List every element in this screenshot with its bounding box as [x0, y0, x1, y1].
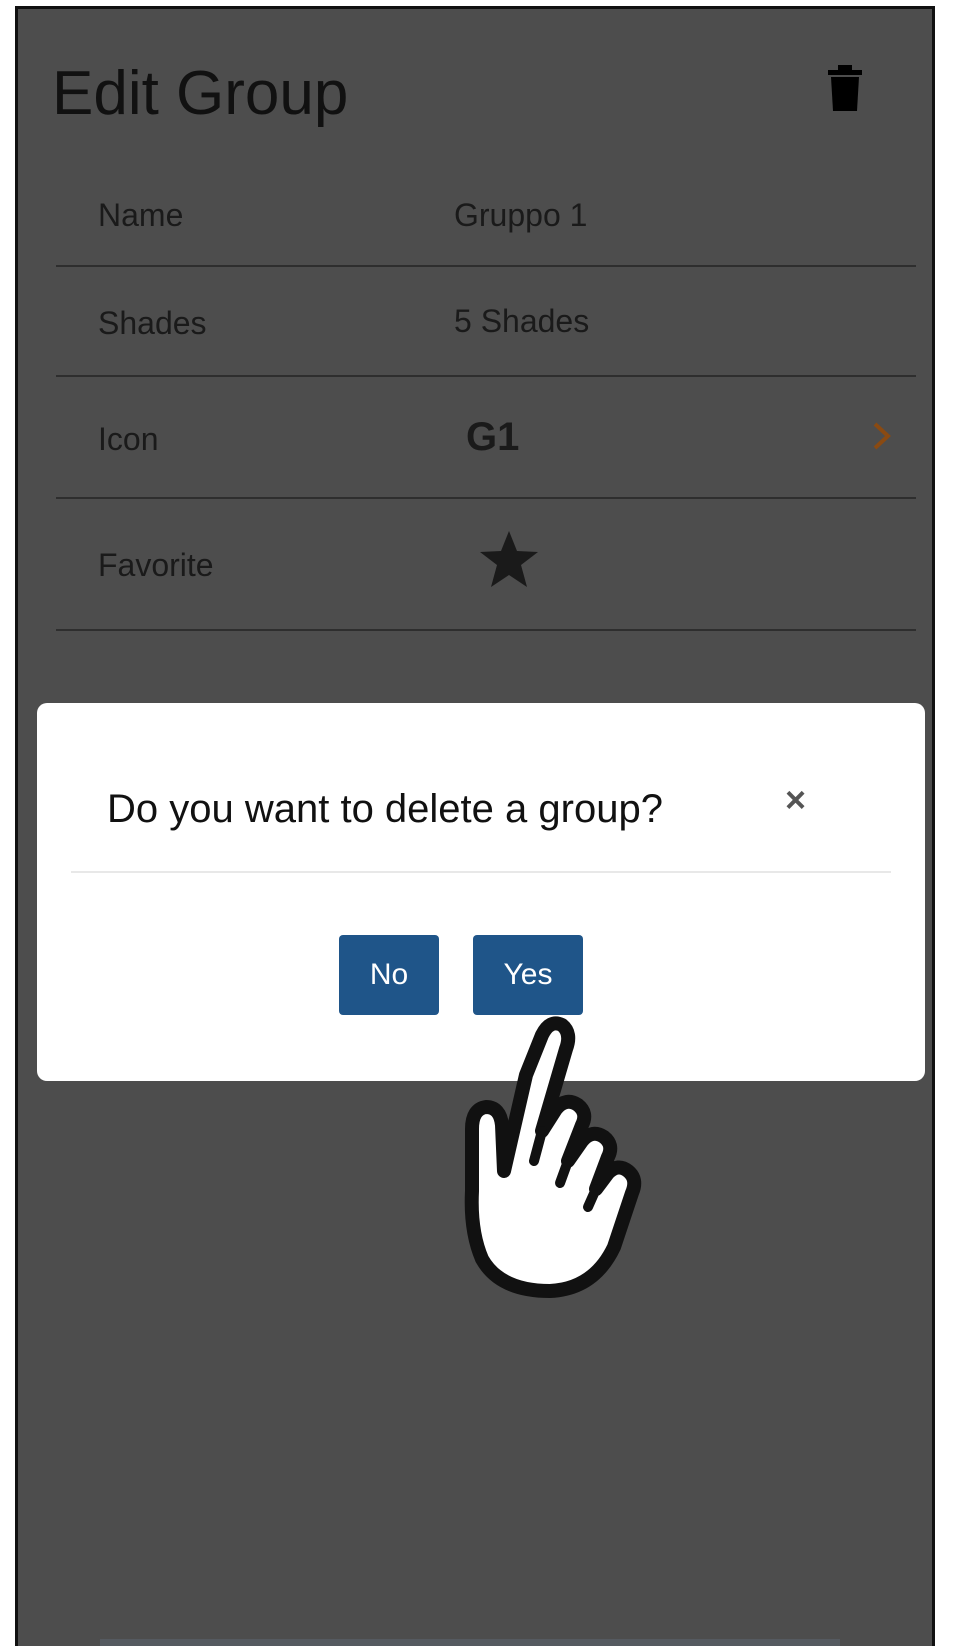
name-value: Gruppo 1: [454, 197, 588, 233]
trash-icon[interactable]: [828, 65, 862, 111]
group-icon-value: G1: [466, 415, 520, 459]
shades-value: 5 Shades: [454, 303, 590, 339]
star-icon[interactable]: [478, 529, 540, 589]
page-title: Edit Group: [52, 59, 349, 128]
close-icon[interactable]: ×: [785, 779, 806, 821]
phone-screen: Edit Group Name Gruppo 1 Shades 5 Shades…: [15, 6, 935, 1646]
field-row-favorite[interactable]: Favorite: [56, 499, 916, 631]
field-row-icon[interactable]: Icon G1: [56, 377, 916, 499]
shades-label: Shades: [98, 305, 207, 341]
dialog-title: Do you want to delete a group?: [107, 787, 663, 831]
yes-button[interactable]: Yes: [473, 935, 583, 1015]
favorite-label: Favorite: [98, 547, 214, 583]
field-row-shades[interactable]: Shades 5 Shades: [56, 267, 916, 377]
field-row-name[interactable]: Name Gruppo 1: [56, 169, 916, 267]
name-label: Name: [98, 197, 184, 233]
hand-pointer-icon: [464, 1016, 642, 1298]
chevron-right-icon[interactable]: [871, 421, 893, 451]
no-button[interactable]: No: [339, 935, 439, 1015]
icon-label: Icon: [98, 421, 159, 457]
bottom-bar: [100, 1639, 840, 1646]
dialog-divider: [71, 871, 891, 873]
